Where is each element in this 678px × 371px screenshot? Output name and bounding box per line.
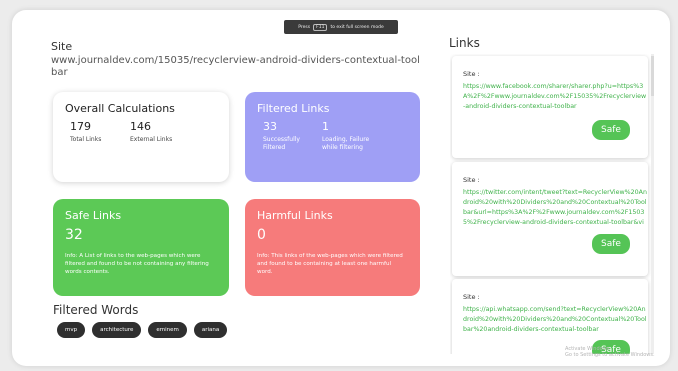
links-title: Links (449, 36, 480, 50)
filtered-success-value: 33 (263, 120, 277, 133)
filtered-success-label: Successfully Filtered (263, 136, 300, 151)
filtered-words-chips: mvp architecture eminem ariana (57, 322, 228, 338)
link-card[interactable]: Site : https://www.facebook.com/sharer/s… (452, 56, 648, 158)
site-url[interactable]: www.journaldev.com/15035/recyclerview-an… (51, 55, 421, 79)
total-links-stat: 179 Total Links (70, 120, 101, 144)
word-chip[interactable]: architecture (92, 322, 142, 338)
safe-status-button[interactable]: Safe (592, 234, 630, 254)
site-title: Site (51, 40, 73, 53)
external-links-label: External Links (130, 136, 173, 143)
filtered-loading-stat: 1 Loading, Failure while filtering (322, 120, 380, 152)
harmful-count: 0 (257, 227, 266, 243)
filtered-title: Filtered Links (257, 102, 330, 115)
word-chip[interactable]: mvp (57, 322, 86, 338)
fullscreen-notice-suffix: to exit full screen mode (330, 24, 384, 30)
link-site-label: Site : (463, 293, 480, 301)
f11-key: F11 (313, 23, 328, 31)
link-card[interactable]: Site : https://api.whatsapp.com/send?tex… (452, 279, 648, 354)
link-site-label: Site : (463, 176, 480, 184)
filtered-words-title: Filtered Words (53, 303, 139, 317)
word-chip[interactable]: eminem (148, 322, 187, 338)
external-links-stat: 146 External Links (130, 120, 172, 144)
safe-info: Info: A List of links to the web-pages w… (65, 253, 209, 275)
link-url[interactable]: https://www.facebook.com/sharer/sharer.p… (463, 82, 647, 122)
filtered-success-stat: 33 Successfully Filtered (263, 120, 315, 152)
site-info: Site www.journaldev.com/15035/recyclervi… (51, 40, 421, 79)
links-scrollbar-thumb[interactable] (651, 56, 654, 96)
fullscreen-notice: Press F11 to exit full screen mode (284, 20, 398, 34)
link-card[interactable]: Site : https://twitter.com/intent/tweet?… (452, 162, 648, 276)
safe-count: 32 (65, 227, 83, 243)
watermark-line-2: Go to Settings to activate Windows. (565, 352, 655, 358)
filtered-links-card[interactable]: Filtered Links 33 Successfully Filtered … (245, 92, 420, 182)
activate-windows-watermark: Activate Windows Go to Settings to activ… (565, 346, 655, 358)
safe-title: Safe Links (65, 209, 122, 222)
external-links-value: 146 (130, 120, 151, 133)
total-links-label: Total Links (70, 136, 102, 143)
overall-calculations-card: Overall Calculations 179 Total Links 146… (53, 92, 229, 182)
link-url[interactable]: https://api.whatsapp.com/send?text=Recyc… (463, 305, 647, 335)
harmful-links-card[interactable]: Harmful Links 0 Info: This links of the … (245, 199, 420, 296)
overall-title: Overall Calculations (65, 102, 175, 115)
safe-links-card[interactable]: Safe Links 32 Info: A List of links to t… (53, 199, 229, 296)
safe-status-button[interactable]: Safe (592, 120, 630, 140)
links-scrollbar[interactable] (651, 54, 654, 354)
fullscreen-notice-prefix: Press (298, 24, 311, 30)
link-site-label: Site : (463, 70, 480, 78)
harmful-info: Info: This links of the web-pages which … (257, 253, 403, 275)
total-links-value: 179 (70, 120, 91, 133)
harmful-title: Harmful Links (257, 209, 333, 222)
filtered-loading-value: 1 (322, 120, 329, 133)
word-chip[interactable]: ariana (193, 322, 228, 338)
filtered-loading-label: Loading, Failure while filtering (322, 136, 370, 151)
links-list[interactable]: Site : https://www.facebook.com/sharer/s… (450, 54, 656, 354)
link-url[interactable]: https://twitter.com/intent/tweet?text=Re… (463, 188, 647, 228)
